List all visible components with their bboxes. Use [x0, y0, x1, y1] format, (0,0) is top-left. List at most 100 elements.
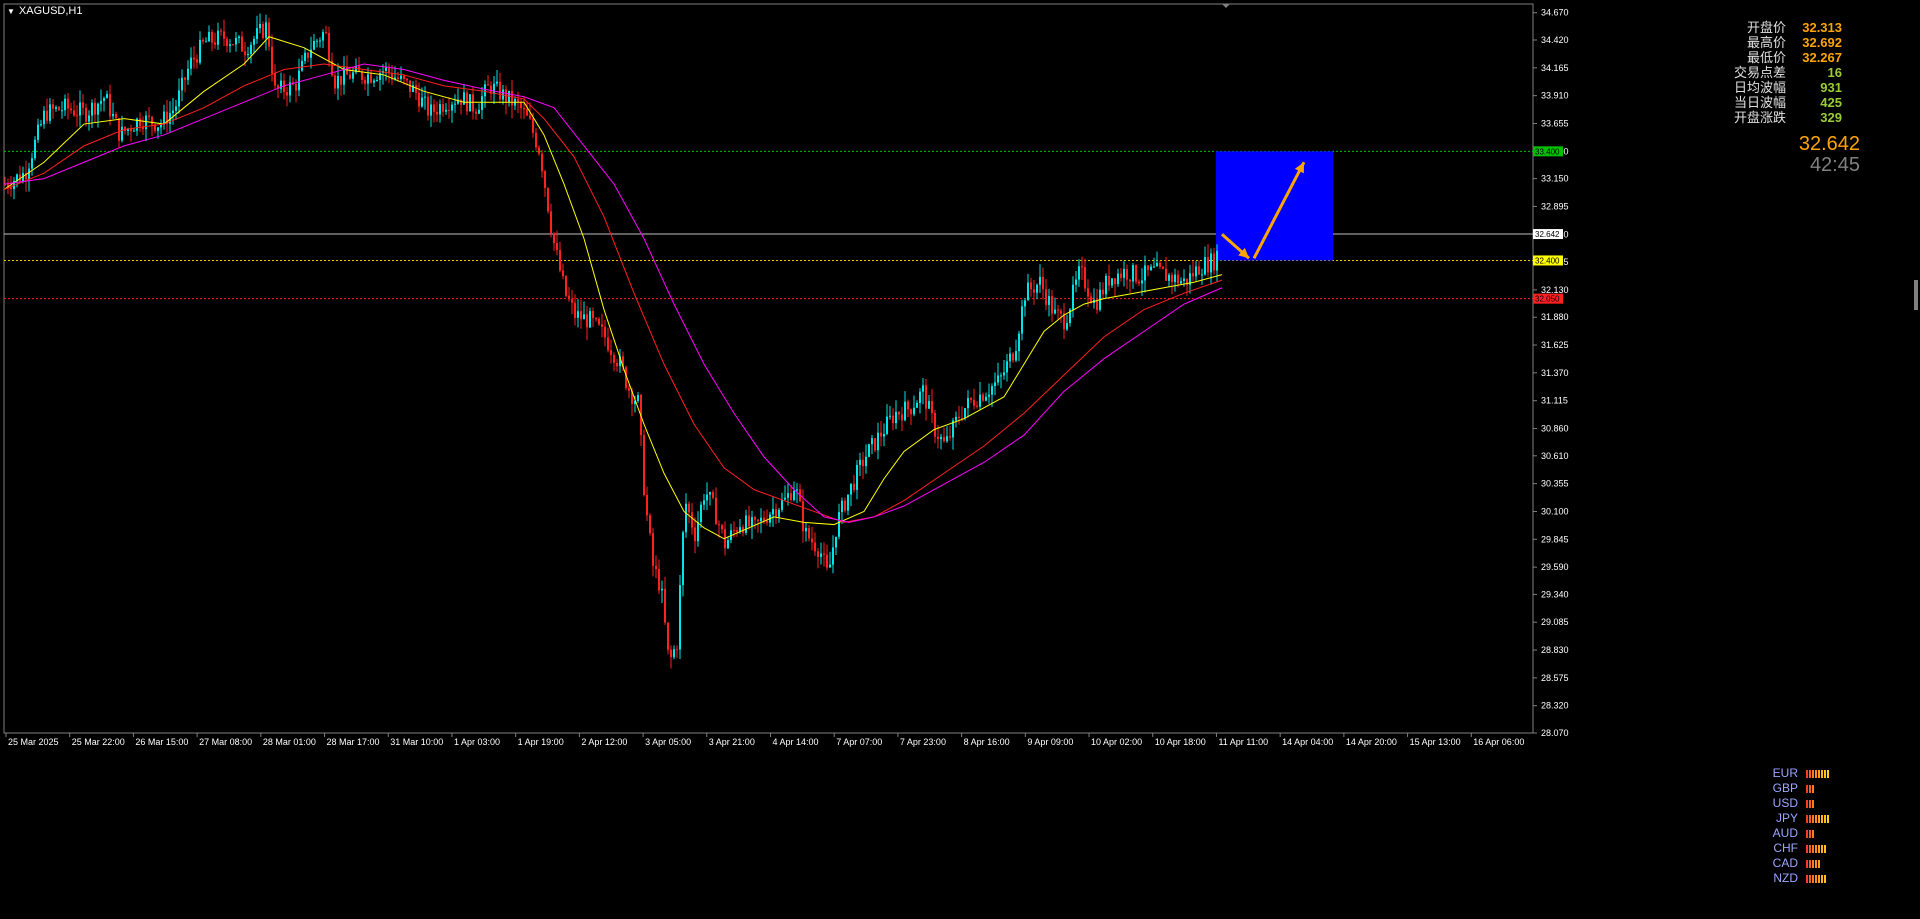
- candle-body: [994, 382, 996, 387]
- candle-body: [661, 588, 663, 591]
- info-label: 最高价: [1746, 35, 1786, 50]
- candle-body: [913, 407, 915, 415]
- candle-body: [649, 515, 651, 534]
- moving-average-line: [3, 63, 1223, 523]
- candle-body: [76, 115, 78, 117]
- y-tick-label: 29.590: [1541, 562, 1569, 572]
- strength-bar: [1812, 874, 1814, 883]
- candle-body: [1060, 310, 1062, 314]
- candle-body: [691, 512, 693, 528]
- y-tick-label: 30.355: [1541, 479, 1569, 489]
- candle-body: [958, 416, 960, 419]
- candle-body: [868, 444, 870, 457]
- candle-body: [814, 542, 816, 552]
- candle-body: [226, 38, 228, 46]
- candle-body: [304, 52, 306, 61]
- strength-bar: [1821, 874, 1823, 883]
- candle-body: [526, 109, 528, 116]
- candle-body: [865, 456, 867, 467]
- candle-body: [787, 493, 789, 498]
- candle-body: [1156, 262, 1158, 267]
- candle-body: [772, 509, 774, 515]
- candle-body: [901, 414, 903, 421]
- candle-body: [340, 75, 342, 85]
- candle-body: [88, 115, 90, 122]
- candle-body: [1057, 309, 1059, 311]
- candle-body: [889, 415, 891, 417]
- candle-body: [1138, 281, 1140, 284]
- candle-body: [100, 100, 102, 104]
- candle-body: [1045, 289, 1047, 305]
- candle-body: [253, 38, 255, 45]
- candle-body: [1168, 274, 1170, 281]
- candle-body: [493, 83, 495, 94]
- candle-body: [1123, 269, 1125, 278]
- bar-countdown: 42:45: [1809, 154, 1860, 176]
- candle-body: [235, 37, 237, 45]
- shift-marker-icon[interactable]: [1222, 4, 1230, 8]
- candle-body: [1174, 274, 1176, 283]
- candle-body: [652, 533, 654, 566]
- candle-body: [199, 39, 201, 63]
- candle-body: [274, 73, 276, 86]
- candle-body: [940, 436, 942, 440]
- y-tick-label: 34.420: [1541, 35, 1569, 45]
- y-tick-label: 33.150: [1541, 174, 1569, 184]
- x-tick-label: 31 Mar 10:00: [390, 737, 443, 747]
- candle-body: [667, 622, 669, 650]
- strength-bar: [1824, 874, 1826, 883]
- candle-body: [133, 130, 135, 132]
- candle-body: [232, 44, 234, 46]
- candle-body: [520, 102, 522, 109]
- candle-body: [1180, 281, 1182, 284]
- strength-meter: [1806, 799, 1814, 808]
- candle-body: [544, 171, 546, 189]
- candle-body: [694, 527, 696, 542]
- y-tick-label: 30.610: [1541, 451, 1569, 461]
- candle-body: [472, 94, 474, 112]
- candle-body: [1006, 361, 1008, 373]
- y-tick-label: 28.070: [1541, 728, 1569, 738]
- candle-body: [31, 158, 33, 169]
- candle-body: [427, 96, 429, 116]
- candle-body: [250, 44, 252, 54]
- candle-body: [853, 483, 855, 490]
- strength-bar: [1818, 844, 1820, 853]
- candle-body: [898, 411, 900, 415]
- candle-body: [73, 110, 75, 116]
- candle-body: [40, 124, 42, 126]
- scroll-thumb[interactable]: [1914, 280, 1918, 310]
- chart-canvas[interactable]: 34.670 34.420 34.165 33.910 33.655 33.400 33.1…: [0, 0, 1920, 919]
- candle-body: [805, 528, 807, 532]
- candle-body: [856, 464, 858, 490]
- info-row: 最高价 32.692: [1734, 35, 1842, 50]
- candle-body: [1141, 280, 1143, 284]
- candle-body: [1066, 323, 1068, 330]
- candle-body: [904, 401, 906, 421]
- candle-body: [991, 386, 993, 395]
- x-tick-label: 10 Apr 02:00: [1091, 737, 1142, 747]
- candle-body: [187, 68, 189, 80]
- candle-body: [637, 394, 639, 402]
- candle-body: [841, 500, 843, 513]
- info-value: 32.267: [1802, 50, 1842, 65]
- candle-body: [721, 525, 723, 530]
- candle-body: [583, 314, 585, 320]
- x-tick-label: 25 Mar 22:00: [72, 737, 125, 747]
- strength-row: JPY: [1770, 811, 1829, 826]
- candle-body: [262, 24, 264, 38]
- strength-bar: [1809, 859, 1811, 868]
- candle-body: [1087, 288, 1089, 297]
- strength-bar: [1812, 799, 1814, 808]
- x-tick-label: 26 Mar 15:00: [135, 737, 188, 747]
- candle-body: [397, 77, 399, 80]
- strength-bar: [1812, 784, 1814, 793]
- info-label: 开盘涨跌: [1733, 110, 1786, 125]
- x-tick-label: 4 Apr 14:00: [773, 737, 819, 747]
- price-level-tag-label: 32.050: [1535, 295, 1560, 304]
- strength-currency-label: GBP: [1772, 781, 1798, 795]
- moving-average-line: [3, 36, 1223, 540]
- collapse-triangle-icon[interactable]: ▼: [7, 7, 15, 16]
- candle-body: [1207, 257, 1209, 273]
- y-tick-label: 32.130: [1541, 285, 1569, 295]
